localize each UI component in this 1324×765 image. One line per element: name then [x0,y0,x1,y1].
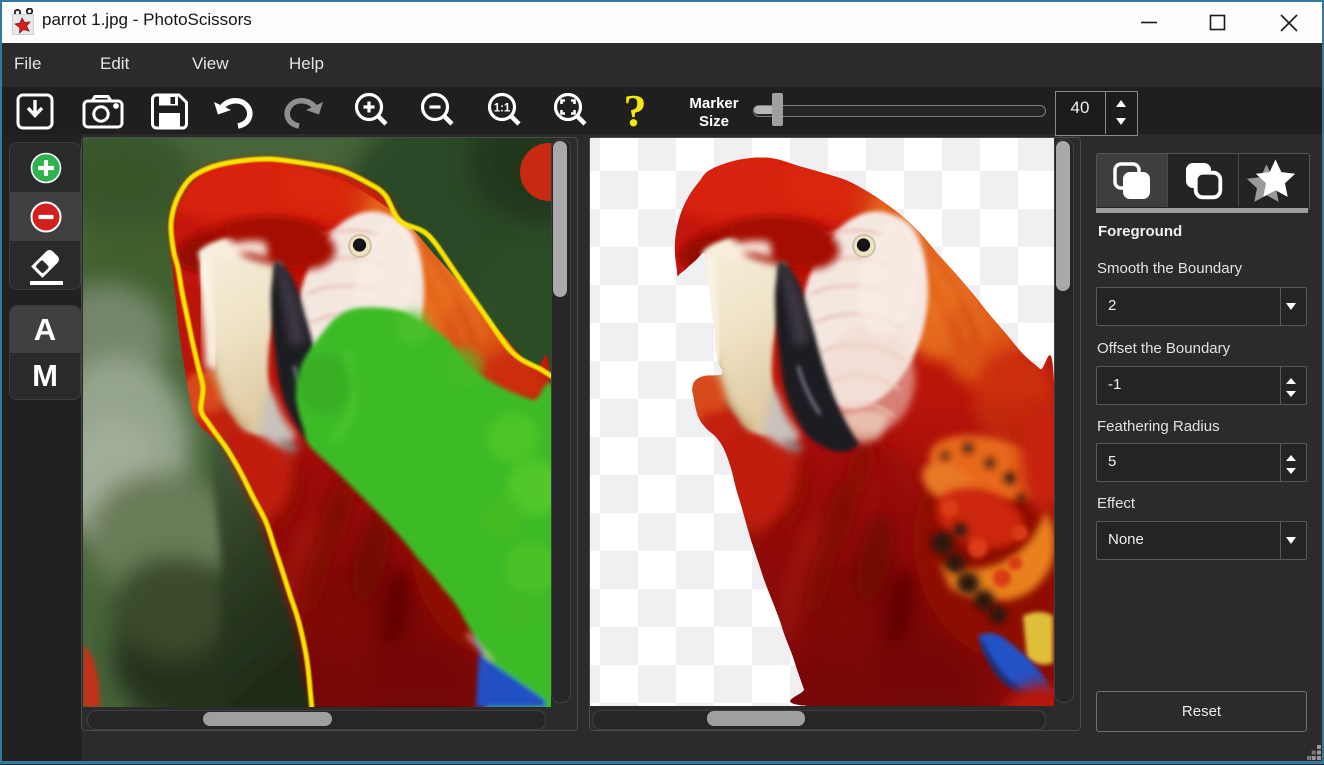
svg-text:?: ? [624,92,647,134]
svg-text:1:1: 1:1 [494,103,511,115]
